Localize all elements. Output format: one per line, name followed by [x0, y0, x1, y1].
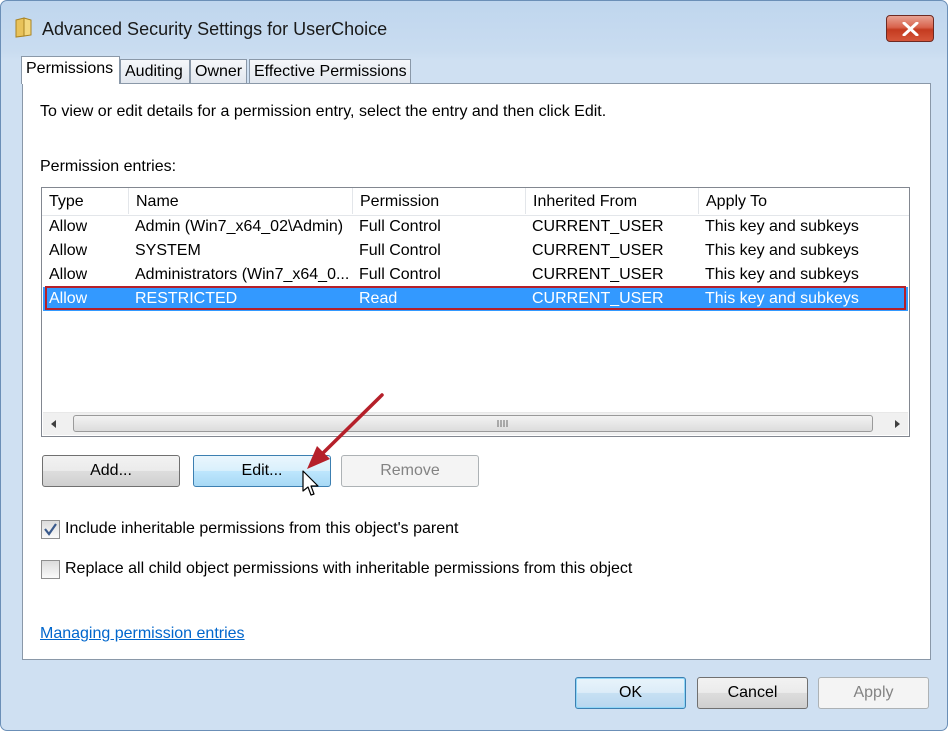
include-inheritable-label: Include inheritable permissions from thi…	[65, 520, 459, 537]
cell-name: Administrators (Win7_x64_0...	[135, 266, 350, 283]
replace-child-permissions-checkbox[interactable]	[41, 560, 60, 579]
window-title: Advanced Security Settings for UserChoic…	[42, 19, 388, 39]
scroll-thumb[interactable]	[73, 415, 873, 432]
grip-icon	[497, 420, 508, 427]
column-inherited-from[interactable]: Inherited From	[526, 188, 699, 214]
managing-permission-entries-link[interactable]: Managing permission entries	[40, 625, 245, 643]
cancel-button[interactable]: Cancel	[697, 677, 808, 709]
column-name[interactable]: Name	[129, 188, 353, 214]
folder-icon	[15, 17, 32, 38]
cell-name: SYSTEM	[135, 242, 201, 259]
column-permission[interactable]: Permission	[353, 188, 526, 214]
include-inheritable-checkbox[interactable]	[41, 520, 60, 539]
cell-inherited-from: CURRENT_USER	[532, 266, 664, 283]
checkmark-icon	[44, 523, 57, 536]
column-apply-to[interactable]: Apply To	[699, 188, 909, 214]
list-header: Type Name Permission Inherited From Appl…	[42, 188, 909, 216]
table-row-selected[interactable]: Allow RESTRICTED Read CURRENT_USER This …	[43, 287, 908, 311]
cell-apply-to: This key and subkeys	[705, 290, 859, 307]
cell-type: Allow	[49, 266, 88, 283]
tab-permissions[interactable]: Permissions	[21, 56, 120, 84]
table-row[interactable]: Allow Administrators (Win7_x64_0... Full…	[43, 263, 908, 287]
tab-effective-permissions[interactable]: Effective Permissions	[249, 59, 411, 83]
close-icon	[902, 22, 919, 36]
title-bar: Advanced Security Settings for UserChoic…	[1, 1, 947, 53]
replace-child-permissions-label: Replace all child object permissions wit…	[65, 560, 633, 577]
add-button[interactable]: Add...	[42, 455, 180, 487]
permission-entries-label: Permission entries:	[40, 158, 177, 175]
cell-name: Admin (Win7_x64_02\Admin)	[135, 218, 344, 235]
scroll-right-button[interactable]	[886, 413, 908, 435]
cell-permission: Full Control	[359, 266, 441, 283]
cell-type: Allow	[49, 290, 88, 307]
cell-apply-to: This key and subkeys	[705, 242, 859, 259]
cell-permission: Full Control	[359, 218, 441, 235]
permission-entries-list[interactable]: Type Name Permission Inherited From Appl…	[41, 187, 910, 437]
dialog-window: Advanced Security Settings for UserChoic…	[0, 0, 948, 731]
table-row[interactable]: Allow Admin (Win7_x64_02\Admin) Full Con…	[43, 215, 908, 239]
table-row[interactable]: Allow SYSTEM Full Control CURRENT_USER T…	[43, 239, 908, 263]
instructions-text: To view or edit details for a permission…	[40, 103, 607, 120]
cell-type: Allow	[49, 218, 88, 235]
apply-button[interactable]: Apply	[818, 677, 929, 709]
cell-inherited-from: CURRENT_USER	[532, 290, 664, 307]
chevron-right-icon	[895, 420, 900, 428]
scroll-left-button[interactable]	[43, 413, 65, 435]
mouse-cursor-icon	[302, 470, 319, 496]
remove-button[interactable]: Remove	[341, 455, 479, 487]
tab-owner[interactable]: Owner	[190, 59, 247, 83]
cell-inherited-from: CURRENT_USER	[532, 218, 664, 235]
cell-apply-to: This key and subkeys	[705, 266, 859, 283]
chevron-left-icon	[51, 420, 56, 428]
cell-name: RESTRICTED	[135, 290, 238, 307]
cell-type: Allow	[49, 242, 88, 259]
cell-apply-to: This key and subkeys	[705, 218, 859, 235]
column-type[interactable]: Type	[42, 188, 129, 214]
ok-button[interactable]: OK	[575, 677, 686, 709]
cell-permission: Full Control	[359, 242, 441, 259]
tab-auditing[interactable]: Auditing	[120, 59, 190, 83]
horizontal-scrollbar[interactable]	[43, 412, 908, 435]
cell-inherited-from: CURRENT_USER	[532, 242, 664, 259]
close-button[interactable]	[886, 15, 934, 42]
cell-permission: Read	[359, 290, 398, 307]
